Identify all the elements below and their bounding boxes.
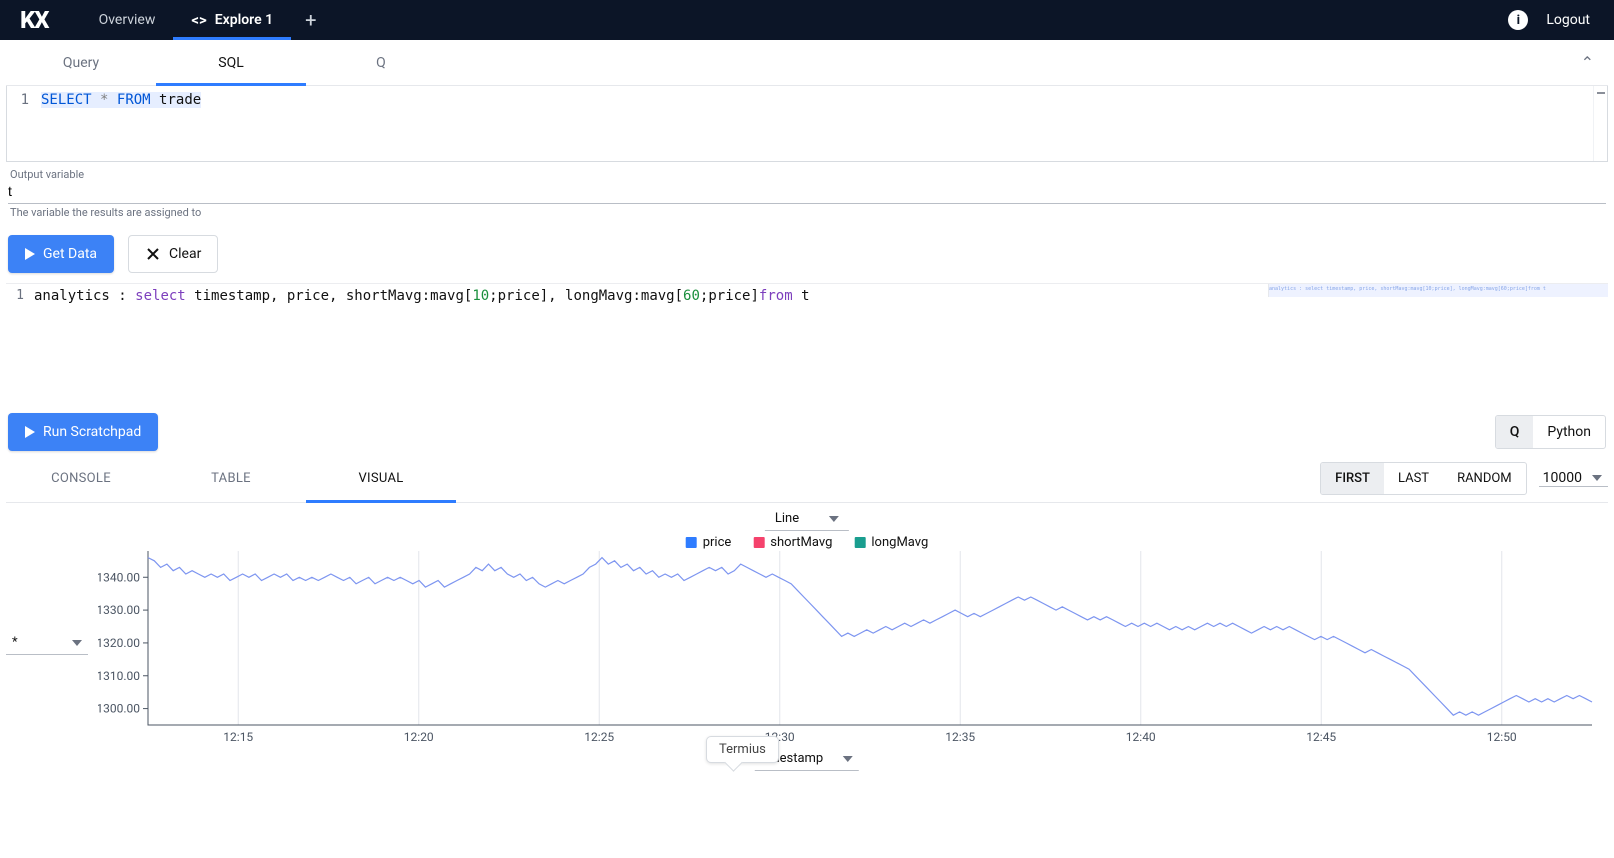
scratch-gutter: 1: [6, 284, 28, 413]
svg-text:1310.00: 1310.00: [98, 669, 140, 683]
legend-swatch: [854, 537, 865, 548]
kw-star: *: [100, 92, 108, 108]
logo: KX: [8, 6, 61, 34]
result-tab-console[interactable]: CONSOLE: [6, 455, 156, 502]
table-name: trade: [159, 92, 201, 108]
row-count-value: 10000: [1543, 470, 1582, 486]
chevron-down-icon: [72, 640, 82, 646]
svg-text:12:25: 12:25: [584, 730, 614, 744]
nav-right: i Logout: [1508, 10, 1606, 30]
lang-option-python[interactable]: Python: [1533, 416, 1605, 448]
output-variable-input[interactable]: [8, 181, 1606, 204]
sample-random[interactable]: RANDOM: [1443, 463, 1526, 494]
svg-text:12:40: 12:40: [1126, 730, 1156, 744]
info-icon[interactable]: i: [1508, 10, 1528, 30]
top-nav: KX Overview <> Explore 1 + i Logout: [0, 0, 1614, 40]
play-icon: [25, 426, 35, 438]
chart-type-select[interactable]: Line: [765, 509, 849, 531]
legend-swatch: [753, 537, 764, 548]
chevron-down-icon: [829, 516, 839, 522]
output-variable-label: Output variable: [8, 168, 1606, 181]
sample-last[interactable]: LAST: [1384, 463, 1443, 494]
output-variable-section: Output variable The variable the results…: [6, 162, 1608, 221]
run-row: Run Scratchpad Q Python: [6, 413, 1608, 455]
kw-from: FROM: [117, 92, 151, 108]
termius-tooltip: Termius: [706, 736, 779, 763]
svg-text:12:35: 12:35: [945, 730, 975, 744]
scratch-minimap[interactable]: analytics : select timestamp, price, sho…: [1268, 284, 1608, 297]
plus-icon: +: [305, 8, 316, 32]
scratchpad-editor[interactable]: 1 analytics : select timestamp, price, s…: [6, 283, 1608, 413]
query-button-row: Get Data Clear: [6, 221, 1608, 283]
results-tab-row: CONSOLE TABLE VISUAL FIRST LAST RANDOM 1…: [6, 455, 1608, 503]
y-axis-select[interactable]: *: [6, 633, 88, 655]
scratch-code[interactable]: analytics : select timestamp, price, sho…: [28, 284, 1268, 413]
svg-text:12:50: 12:50: [1487, 730, 1517, 744]
row-count-select[interactable]: 10000: [1539, 470, 1608, 487]
chart-type-label: Line: [775, 511, 799, 526]
sql-editor[interactable]: 1 SELECT * FROM trade: [6, 86, 1608, 162]
svg-text:12:45: 12:45: [1306, 730, 1336, 744]
chart-legend: price shortMavg longMavg: [686, 535, 929, 550]
output-variable-help: The variable the results are assigned to: [8, 204, 1606, 219]
kw-select: SELECT: [41, 92, 92, 108]
sample-mode-toggle: FIRST LAST RANDOM: [1320, 462, 1527, 495]
svg-text:12:20: 12:20: [404, 730, 434, 744]
svg-text:12:15: 12:15: [223, 730, 253, 744]
play-icon: [25, 248, 35, 260]
tab-overview[interactable]: Overview: [81, 0, 174, 40]
get-data-button[interactable]: Get Data: [8, 235, 114, 273]
lang-tab-sql[interactable]: SQL: [156, 40, 306, 85]
editor-code[interactable]: SELECT * FROM trade: [35, 86, 1593, 161]
clear-button[interactable]: Clear: [128, 235, 218, 273]
lang-option-q[interactable]: Q: [1496, 416, 1534, 448]
close-icon: [145, 246, 161, 262]
result-tab-visual[interactable]: VISUAL: [306, 455, 456, 502]
logout-link[interactable]: Logout: [1546, 12, 1590, 28]
scratchpad-lang-toggle: Q Python: [1495, 415, 1606, 449]
query-lang-tab-row: Query SQL Q ⌃: [6, 40, 1608, 86]
code-icon: <>: [191, 11, 206, 29]
add-tab-button[interactable]: +: [291, 0, 330, 40]
svg-text:1330.00: 1330.00: [98, 603, 140, 617]
legend-swatch: [686, 537, 697, 548]
lang-tab-q[interactable]: Q: [306, 40, 456, 85]
svg-text:1300.00: 1300.00: [98, 702, 140, 716]
button-label: Clear: [169, 246, 201, 262]
chart-svg[interactable]: 12:1512:2012:2512:3012:3512:4012:4512:50…: [98, 549, 1598, 749]
chevron-down-icon: [843, 756, 853, 762]
chevron-down-icon: [1592, 475, 1602, 481]
tab-explore-1[interactable]: <> Explore 1: [173, 0, 291, 40]
y-axis-label: *: [12, 635, 18, 650]
tab-label: Explore 1: [215, 12, 273, 28]
editor-minimap[interactable]: [1593, 86, 1607, 161]
result-tab-table[interactable]: TABLE: [156, 455, 306, 502]
chart-panel: Line price shortMavg longMavg * timestam…: [6, 503, 1608, 773]
tab-bar: Overview <> Explore 1 +: [81, 0, 331, 40]
tab-label: Overview: [99, 12, 156, 28]
chevron-up-icon: ⌃: [1581, 53, 1594, 72]
legend-label: price: [703, 535, 732, 550]
button-label: Run Scratchpad: [43, 424, 141, 440]
editor-gutter: 1: [7, 86, 35, 161]
legend-label: shortMavg: [770, 535, 832, 550]
svg-text:1320.00: 1320.00: [98, 636, 140, 650]
collapse-panel-button[interactable]: ⌃: [1567, 53, 1608, 72]
sample-first[interactable]: FIRST: [1321, 463, 1384, 494]
legend-item-longmavg[interactable]: longMavg: [854, 535, 928, 550]
button-label: Get Data: [43, 246, 97, 262]
legend-item-shortmavg[interactable]: shortMavg: [753, 535, 832, 550]
lang-tab-query[interactable]: Query: [6, 40, 156, 85]
legend-label: longMavg: [871, 535, 928, 550]
svg-text:1340.00: 1340.00: [98, 570, 140, 584]
run-scratchpad-button[interactable]: Run Scratchpad: [8, 413, 158, 451]
legend-item-price[interactable]: price: [686, 535, 732, 550]
